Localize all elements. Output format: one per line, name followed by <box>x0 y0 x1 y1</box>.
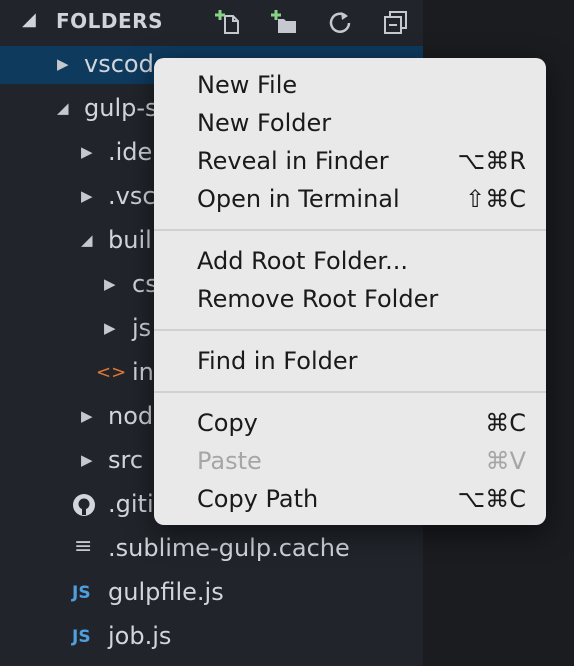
menu-item-label: New Folder <box>197 109 332 137</box>
menu-item-add-root-folder[interactable]: Add Root Folder... <box>154 242 546 280</box>
chevron-down-icon[interactable]: ◢ <box>81 231 93 249</box>
menu-item-shortcut: ⌥⌘C <box>457 485 526 513</box>
menu-item-shortcut: ⌘C <box>485 409 526 437</box>
menu-item-label: Paste <box>197 447 262 475</box>
chevron-right-icon[interactable]: ▶ <box>81 187 93 205</box>
tree-item-label: .vsc <box>108 182 156 210</box>
menu-item-shortcut: ⌘V <box>485 447 526 475</box>
chevron-right-icon[interactable]: ▶ <box>81 143 93 161</box>
menu-item-shortcut: ⌥⌘R <box>457 147 526 175</box>
folders-header[interactable]: ◢ FOLDERS <box>0 0 423 44</box>
chevron-right-icon[interactable]: ▶ <box>104 319 116 337</box>
tree-item-label: js <box>132 314 152 342</box>
tree-item-label: .ide <box>108 138 153 166</box>
menu-item-open-in-terminal[interactable]: Open in Terminal ⇧⌘C <box>154 180 546 218</box>
menu-separator <box>154 229 546 231</box>
menu-item-label: New File <box>197 71 298 99</box>
section-title: FOLDERS <box>56 9 163 33</box>
menu-item-label: Find in Folder <box>197 347 358 375</box>
tree-item-label: .giti <box>108 490 154 518</box>
menu-separator <box>154 391 546 393</box>
tree-item-label: .sublime-gulp.cache <box>108 534 350 562</box>
menu-item-label: Add Root Folder... <box>197 247 408 275</box>
html-icon: <> <box>96 362 127 383</box>
menu-item-paste: Paste ⌘V <box>154 442 546 480</box>
menu-item-new-file[interactable]: New File <box>154 66 546 104</box>
menu-item-remove-root-folder[interactable]: Remove Root Folder <box>154 280 546 318</box>
tree-item-label: gulp-s <box>84 94 158 122</box>
chevron-right-icon[interactable]: ▶ <box>81 407 93 425</box>
tree-item-label: in <box>132 358 154 386</box>
menu-item-copy-path[interactable]: Copy Path ⌥⌘C <box>154 480 546 518</box>
menu-separator <box>154 329 546 331</box>
menu-item-new-folder[interactable]: New Folder <box>154 104 546 142</box>
menu-item-label: Remove Root Folder <box>197 285 439 313</box>
menu-item-reveal-in-finder[interactable]: Reveal in Finder ⌥⌘R <box>154 142 546 180</box>
menu-item-find-in-folder[interactable]: Find in Folder <box>154 342 546 380</box>
new-folder-icon[interactable] <box>270 8 298 36</box>
lines-icon: ≡ <box>74 534 93 559</box>
tree-item-label: job.js <box>108 622 172 650</box>
refresh-icon[interactable] <box>326 8 354 36</box>
chevron-down-icon[interactable]: ◢ <box>22 9 36 30</box>
chevron-right-icon[interactable]: ▶ <box>81 451 93 469</box>
menu-item-label: Copy Path <box>197 485 319 513</box>
github-icon <box>72 493 96 522</box>
chevron-down-icon[interactable]: ◢ <box>57 99 69 117</box>
tree-file[interactable]: ≡ .sublime-gulp.cache <box>0 530 423 568</box>
menu-item-label: Copy <box>197 409 258 437</box>
menu-item-copy[interactable]: Copy ⌘C <box>154 404 546 442</box>
menu-item-label: Open in Terminal <box>197 185 400 213</box>
collapse-all-icon[interactable] <box>382 8 410 36</box>
js-icon: JS <box>72 627 91 647</box>
chevron-right-icon[interactable]: ▶ <box>57 55 69 73</box>
tree-file[interactable]: JS gulpfile.js <box>0 574 423 612</box>
js-icon: JS <box>72 583 91 603</box>
tree-item-label: nod <box>108 402 154 430</box>
tree-item-label: buil <box>108 226 152 254</box>
tree-item-label: gulpfile.js <box>108 578 224 606</box>
chevron-right-icon[interactable]: ▶ <box>104 275 116 293</box>
tree-item-label: src <box>108 446 144 474</box>
menu-item-shortcut: ⇧⌘C <box>465 185 526 213</box>
tree-file[interactable]: JS job.js <box>0 618 423 656</box>
context-menu: New File New Folder Reveal in Finder ⌥⌘R Ope… <box>154 58 546 525</box>
new-file-icon[interactable] <box>214 8 242 36</box>
menu-item-label: Reveal in Finder <box>197 147 389 175</box>
